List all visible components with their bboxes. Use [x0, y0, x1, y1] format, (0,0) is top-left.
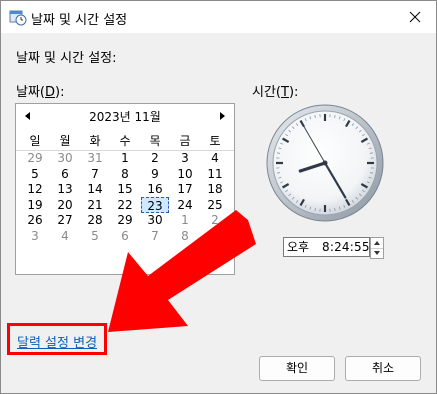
dialog-heading: 날짜 및 시간 설정: [16, 51, 117, 66]
weekday-header: 수 [119, 134, 131, 148]
calendar-day[interactable]: 14 [81, 181, 109, 197]
spin-down-icon[interactable] [371, 248, 383, 258]
calendar-day[interactable]: 8 [111, 166, 139, 182]
calendar-day[interactable]: 6 [51, 166, 79, 182]
time-value[interactable]: 8:24:55 [322, 238, 370, 256]
calendar[interactable]: 2023년 11월 일월화수목금토 29 30 31 1 2 3 4 5 6 7 8 9 10 11 12 1… [15, 103, 235, 275]
calendar-day[interactable]: 3 [21, 228, 49, 244]
date-label: 날짜(D): [16, 85, 65, 100]
calendar-day[interactable]: 8 [171, 228, 199, 244]
date-time-settings-window: 날짜 및 시간 설정 날짜 및 시간 설정: 날짜(D): 시간(T): 202… [0, 0, 437, 394]
calendar-day[interactable]: 9 [201, 228, 229, 244]
calendar-day[interactable]: 22 [111, 197, 139, 213]
calendar-day[interactable]: 10 [171, 166, 199, 182]
calendar-day[interactable]: 4 [51, 228, 79, 244]
calendar-day[interactable]: 5 [81, 228, 109, 244]
next-month-icon[interactable] [216, 110, 228, 122]
calendar-day[interactable]: 27 [51, 212, 79, 228]
weekday-row: 일월화수목금토 [16, 132, 234, 151]
calendar-day[interactable]: 9 [141, 166, 169, 182]
weekday-header: 월 [59, 134, 71, 148]
calendar-day[interactable]: 16 [141, 181, 169, 197]
calendar-header: 2023년 11월 [16, 104, 234, 128]
calendar-day[interactable]: 29 [21, 150, 49, 166]
calendar-month[interactable]: 2023년 11월 [16, 108, 234, 125]
calendar-day[interactable]: 17 [171, 181, 199, 197]
close-icon[interactable] [402, 5, 428, 29]
ok-button[interactable]: 확인 [259, 356, 335, 381]
calendar-day[interactable]: 25 [201, 197, 229, 213]
weekday-header: 토 [209, 134, 221, 148]
calendar-day[interactable]: 1 [171, 212, 199, 228]
calendar-day[interactable]: 7 [141, 228, 169, 244]
calendar-day[interactable]: 26 [21, 212, 49, 228]
calendar-day[interactable]: 24 [171, 197, 199, 213]
calendar-day[interactable]: 1 [111, 150, 139, 166]
calendar-day[interactable]: 12 [21, 181, 49, 197]
time-spinner[interactable] [370, 237, 384, 259]
window-title: 날짜 및 시간 설정 [31, 13, 128, 28]
calendar-day[interactable]: 13 [51, 181, 79, 197]
calendar-day[interactable]: 5 [21, 166, 49, 182]
time-label: 시간(T): [252, 85, 299, 100]
calendar-day[interactable]: 2 [201, 212, 229, 228]
weekday-header: 목 [149, 134, 161, 148]
calendar-day[interactable]: 23 [141, 196, 169, 213]
calendar-day[interactable]: 2 [141, 150, 169, 166]
time-ampm[interactable]: 오후 [287, 238, 309, 256]
cancel-button[interactable]: 취소 [345, 356, 421, 381]
calendar-day[interactable]: 28 [81, 212, 109, 228]
calendar-clock-icon [9, 10, 27, 26]
weekday-header: 화 [89, 134, 101, 148]
weekday-header: 금 [179, 134, 191, 148]
calendar-day[interactable]: 30 [51, 150, 79, 166]
title-bar: 날짜 및 시간 설정 [1, 1, 436, 33]
calendar-day[interactable]: 30 [141, 212, 169, 228]
calendar-day[interactable]: 11 [201, 166, 229, 182]
calendar-day[interactable]: 29 [111, 212, 139, 228]
dialog-body: 날짜 및 시간 설정: 날짜(D): 시간(T): 2023년 11월 일 월 화 수… [1, 33, 436, 393]
date-grid: 29 30 31 1 2 3 4 5 6 7 8 9 10 11 12 13 14 15 16 17 18 19 20 21 2… [16, 150, 234, 272]
analog-clock [266, 104, 384, 222]
weekday-header: 일 [29, 134, 41, 148]
calendar-day[interactable]: 6 [111, 228, 139, 244]
calendar-day[interactable]: 18 [201, 181, 229, 197]
calendar-day[interactable]: 21 [81, 197, 109, 213]
calendar-day[interactable]: 15 [111, 181, 139, 197]
change-calendar-settings-link[interactable]: 달력 설정 변경 [17, 332, 97, 351]
calendar-day[interactable]: 7 [81, 166, 109, 182]
calendar-day[interactable]: 4 [201, 150, 229, 166]
time-input[interactable]: 오후 8:24:55 [283, 237, 370, 257]
calendar-day[interactable]: 3 [171, 150, 199, 166]
calendar-day[interactable]: 19 [21, 197, 49, 213]
calendar-day[interactable]: 31 [81, 150, 109, 166]
calendar-day[interactable]: 20 [51, 197, 79, 213]
clock-center [322, 160, 328, 166]
